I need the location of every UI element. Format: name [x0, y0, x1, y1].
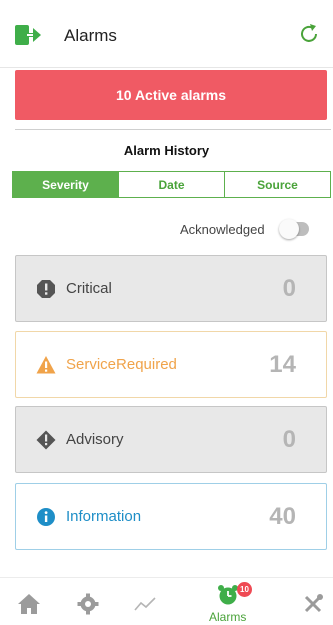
critical-label: Critical — [66, 280, 112, 297]
advisory-label: Advisory — [66, 431, 124, 448]
tools-icon[interactable] — [302, 593, 324, 615]
divider — [15, 129, 331, 130]
alarm-history-title: Alarm History — [123, 143, 210, 158]
toggle-knob — [279, 219, 299, 239]
warning-icon — [36, 356, 56, 374]
critical-icon — [37, 280, 55, 298]
active-alarms-banner[interactable]: 10 Active alarms — [15, 70, 327, 120]
exit-icon[interactable] — [14, 24, 42, 46]
advisory-icon — [36, 430, 56, 450]
alarms-icon[interactable] — [217, 584, 239, 606]
information-label: Information — [66, 508, 142, 525]
advisory-card[interactable]: Advisory 0 — [15, 406, 327, 473]
critical-count: 0 — [282, 275, 296, 302]
refresh-icon[interactable] — [297, 22, 321, 46]
info-icon — [37, 508, 55, 526]
service-required-label: ServiceRequired — [66, 356, 177, 373]
service-required-count: 14 — [269, 351, 296, 378]
acknowledged-toggle[interactable] — [279, 219, 309, 239]
critical-card[interactable]: Critical 0 — [15, 255, 327, 322]
active-alarms-text: 10 Active alarms — [116, 87, 226, 103]
alarms-badge: 10 — [237, 582, 252, 597]
app-header: Alarms — [0, 0, 333, 68]
information-count: 40 — [269, 503, 296, 530]
bottom-nav: Alarms — [0, 577, 333, 625]
tab-source[interactable]: Source — [225, 172, 330, 197]
page-title: Alarms — [64, 26, 117, 45]
tab-severity[interactable]: Severity — [13, 172, 119, 197]
nav-alarms-label[interactable]: Alarms — [209, 610, 246, 624]
information-card[interactable]: Information 40 — [15, 483, 327, 550]
history-tabs: Severity Date Source — [12, 171, 331, 198]
settings-icon[interactable] — [77, 593, 99, 615]
home-icon[interactable] — [17, 593, 41, 615]
advisory-count: 0 — [282, 426, 296, 453]
trend-icon[interactable] — [133, 595, 157, 613]
tab-date[interactable]: Date — [119, 172, 225, 197]
acknowledged-label: Acknowledged — [180, 222, 265, 237]
service-required-card[interactable]: ServiceRequired 14 — [15, 331, 327, 398]
